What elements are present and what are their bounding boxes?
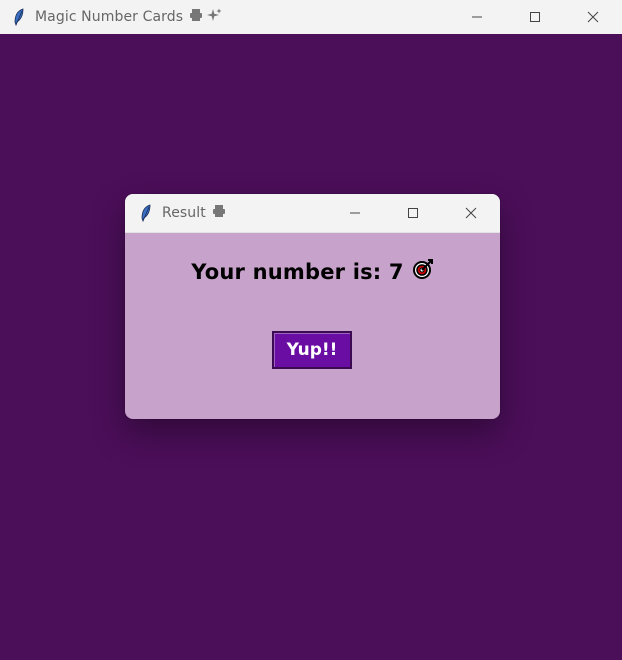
printer-icon — [212, 204, 226, 222]
feather-icon — [138, 204, 154, 222]
minimize-icon — [349, 204, 361, 223]
result-message-row: Your number is: 7 — [125, 258, 500, 285]
close-button[interactable] — [564, 0, 622, 34]
dialog-body: Your number is: 7 Yup!! — [125, 232, 500, 419]
target-icon — [412, 258, 434, 285]
minimize-button[interactable] — [448, 0, 506, 34]
result-message: Your number is: 7 — [191, 259, 404, 284]
main-titlebar: Magic Number Cards — [0, 0, 622, 34]
close-icon — [465, 204, 477, 223]
close-icon — [587, 8, 599, 27]
maximize-icon — [407, 204, 419, 223]
main-window: Magic Number Cards Result Your number is… — [0, 0, 622, 660]
dialog-title-emoji — [212, 204, 226, 222]
result-dialog: Result Your number is: 7 Yup!! — [125, 194, 500, 419]
dialog-title: Result — [162, 205, 206, 221]
printer-icon — [189, 8, 203, 26]
dialog-titlebar: Result — [125, 194, 500, 233]
dialog-window-controls — [326, 194, 500, 232]
feather-icon — [11, 8, 27, 26]
main-window-controls — [448, 0, 622, 34]
maximize-button[interactable] — [506, 0, 564, 34]
maximize-icon — [529, 8, 541, 27]
dialog-close-button[interactable] — [442, 194, 500, 232]
yup-button[interactable]: Yup!! — [272, 331, 352, 369]
dialog-maximize-button[interactable] — [384, 194, 442, 232]
sparkles-icon — [206, 8, 222, 26]
window-title: Magic Number Cards — [35, 9, 184, 25]
title-emoji — [189, 8, 222, 26]
dialog-minimize-button[interactable] — [326, 194, 384, 232]
minimize-icon — [471, 8, 483, 27]
